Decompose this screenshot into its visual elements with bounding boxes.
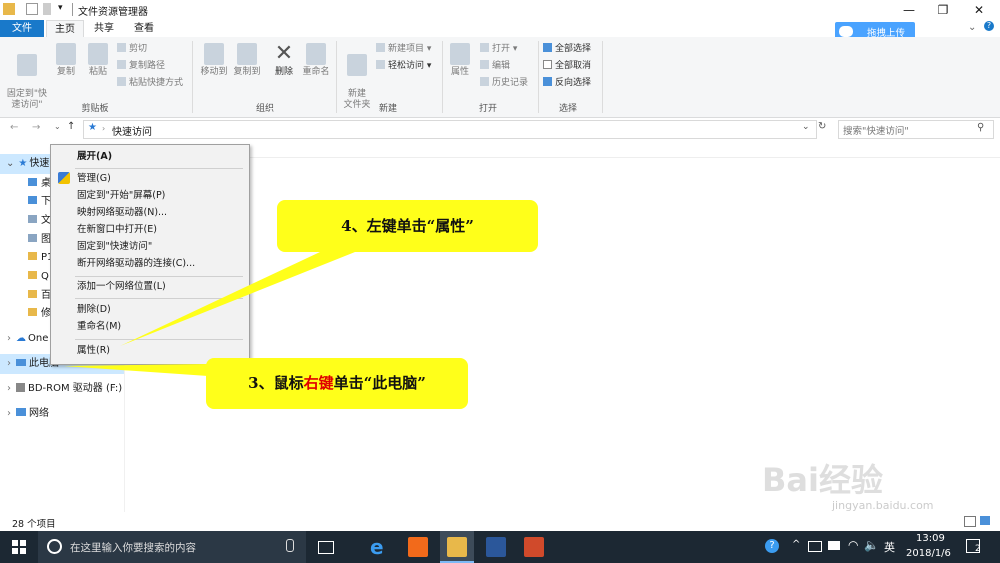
windows-start-icon[interactable] — [12, 540, 26, 554]
battery-icon[interactable] — [808, 541, 822, 552]
status-bar: 28 个项目 — [0, 512, 1000, 531]
taskbar: 在这里输入你要搜索的内容 e ? ^ ◠ 🔈 英 13:09 2018/1/6 … — [0, 531, 1000, 563]
highlight-text: 右键 — [303, 374, 334, 392]
clock-date[interactable]: 2018/1/6 — [906, 548, 951, 559]
step3-callout: 3、鼠标右键单击“此电脑” — [206, 358, 468, 409]
task-view-icon[interactable] — [318, 541, 334, 554]
notification-count: 2 — [975, 544, 981, 554]
clock-time[interactable]: 13:09 — [916, 533, 945, 544]
watermark-logo: Bai经验 — [762, 461, 883, 499]
watermark-url: jingyan.baidu.com — [832, 499, 934, 512]
taskbar-search-box[interactable]: 在这里输入你要搜索的内容 — [38, 531, 306, 563]
wifi-icon[interactable]: ◠ — [848, 538, 858, 552]
ime-indicator[interactable]: 英 — [884, 539, 895, 555]
cortana-icon — [47, 539, 62, 554]
app-orange-icon[interactable] — [408, 537, 428, 557]
file-explorer-icon[interactable] — [447, 537, 467, 557]
edge-icon[interactable]: e — [370, 537, 390, 557]
help-tray-icon[interactable]: ? — [765, 539, 779, 553]
step4-pointer — [120, 252, 355, 346]
app-red-icon[interactable] — [524, 537, 544, 557]
show-hidden-icons[interactable]: ^ — [792, 539, 800, 550]
step3-pointer — [64, 364, 208, 376]
microphone-icon — [286, 539, 294, 552]
details-view-icon[interactable] — [964, 516, 976, 527]
step4-callout: 4、左键单击“属性” — [277, 200, 538, 252]
word-icon[interactable] — [486, 537, 506, 557]
large-icons-view-icon[interactable] — [980, 516, 990, 525]
volume-icon[interactable]: 🔈 — [864, 538, 879, 552]
keyboard-icon[interactable] — [828, 541, 840, 550]
item-count: 28 个项目 — [12, 519, 56, 530]
